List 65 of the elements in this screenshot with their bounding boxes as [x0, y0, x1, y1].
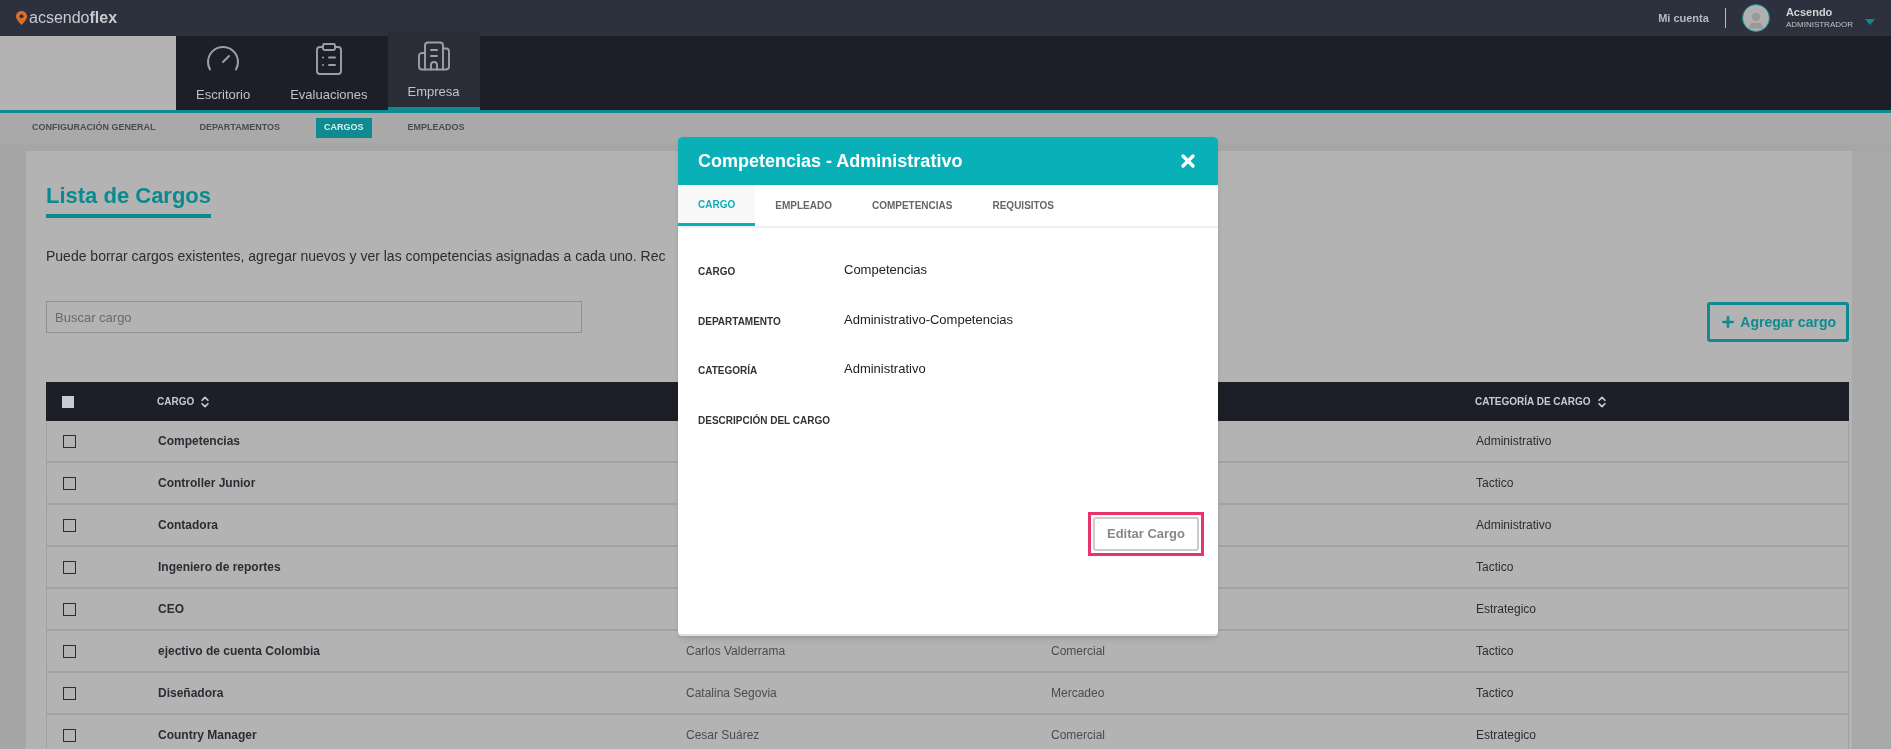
modal-tab[interactable]: REQUISITOS — [972, 185, 1074, 226]
sub-nav-tab[interactable]: DEPARTAMENTOS — [191, 118, 288, 138]
column-header[interactable]: CARGO — [157, 394, 195, 409]
map-pin-icon — [16, 11, 27, 25]
table-cell-text: Competencias — [158, 433, 242, 450]
user-role: ADMINISTRADOR — [1785, 19, 1853, 30]
modal-tab[interactable]: COMPETENCIAS — [851, 185, 973, 226]
table-cell-text: Estrategico — [1476, 601, 1538, 618]
page-title: Lista de Cargos — [46, 179, 212, 218]
row-checkbox[interactable] — [63, 560, 76, 574]
select-all-checkbox[interactable] — [62, 395, 74, 408]
account-link[interactable]: Mi cuenta — [1658, 9, 1709, 27]
table-cell-text: ejectivo de cuenta Colombia — [158, 643, 322, 660]
main-nav-tab[interactable]: Escritorio — [176, 36, 271, 110]
modal-title: Competencias - Administrativo — [698, 149, 963, 173]
modal-tab[interactable]: EMPLEADO — [755, 185, 852, 226]
table-cell-text: Contadora — [158, 517, 219, 534]
field-label: CATEGORÍA — [698, 363, 759, 378]
avatar[interactable] — [1741, 4, 1770, 32]
page-description: Puede borrar cargos existentes, agregar nuevos y ver las competencias asignadas a cada uno. Rec — [46, 247, 667, 266]
sub-nav-tab[interactable]: CONFIGURACIÓN GENERAL — [24, 118, 164, 138]
table-cell-text: Administrativo — [1476, 517, 1553, 534]
table-cell-text: Tactico — [1476, 685, 1515, 702]
logo-text[interactable]: acsendoflex — [29, 6, 118, 30]
main-nav-tab[interactable]: Evaluaciones — [270, 36, 388, 110]
plus-icon — [1720, 314, 1737, 330]
field-label: DESCRIPCIÓN DEL CARGO — [698, 413, 832, 428]
close-button[interactable] — [1178, 151, 1198, 171]
row-checkbox[interactable] — [63, 602, 76, 616]
table-cell-text: Diseñadora — [158, 685, 225, 702]
table-cell-text: Tactico — [1476, 559, 1515, 576]
table-cell: Comercial — [1051, 644, 1105, 658]
row-checkbox[interactable] — [63, 476, 76, 490]
close-icon — [1178, 151, 1198, 171]
table-cell-text: CEO — [158, 601, 185, 618]
table-cell: Mercadeo — [1051, 686, 1105, 700]
row-checkbox[interactable] — [63, 644, 76, 658]
row-checkbox[interactable] — [63, 434, 76, 448]
field-label: DEPARTAMENTO — [698, 314, 782, 329]
search-field[interactable]: Buscar cargo — [46, 301, 582, 333]
table-cell: Comercial — [1051, 728, 1105, 742]
table-cell-text: Tactico — [1476, 643, 1515, 660]
column-header[interactable]: CATEGORÍA DE CARGO — [1475, 394, 1591, 409]
row-checkbox[interactable] — [63, 686, 76, 700]
main-nav-tab[interactable]: Empresa — [387, 32, 480, 110]
table-cell-text: Controller Junior — [158, 475, 257, 492]
sub-nav-tab[interactable]: CARGOS — [316, 118, 372, 138]
field-value: Administrativo — [844, 360, 926, 378]
user-name: Acsendo — [1785, 6, 1834, 20]
table-cell-text: Tactico — [1476, 475, 1515, 492]
table-cell: Cesar Suárez — [686, 728, 760, 742]
table-cell-text: Estrategico — [1476, 727, 1538, 744]
field-value: Administrativo-Competencias — [844, 310, 1014, 329]
table-cell-text: Country Manager — [158, 727, 258, 744]
sub-nav-tab[interactable]: EMPLEADOS — [399, 118, 473, 138]
field-value: Competencias — [844, 261, 928, 279]
table-cell-text: Administrativo — [1476, 433, 1553, 450]
edit-button[interactable]: Editar Cargo — [1093, 516, 1199, 551]
table-cell-text: Ingeniero de reportes — [158, 559, 282, 576]
table-cell: Catalina Segovia — [686, 686, 777, 700]
caret-icon[interactable] — [1865, 19, 1875, 25]
field-label: CARGO — [698, 265, 737, 279]
row-checkbox[interactable] — [63, 518, 76, 532]
row-checkbox[interactable] — [63, 728, 76, 742]
table-cell: Carlos Valderrama — [686, 644, 786, 658]
